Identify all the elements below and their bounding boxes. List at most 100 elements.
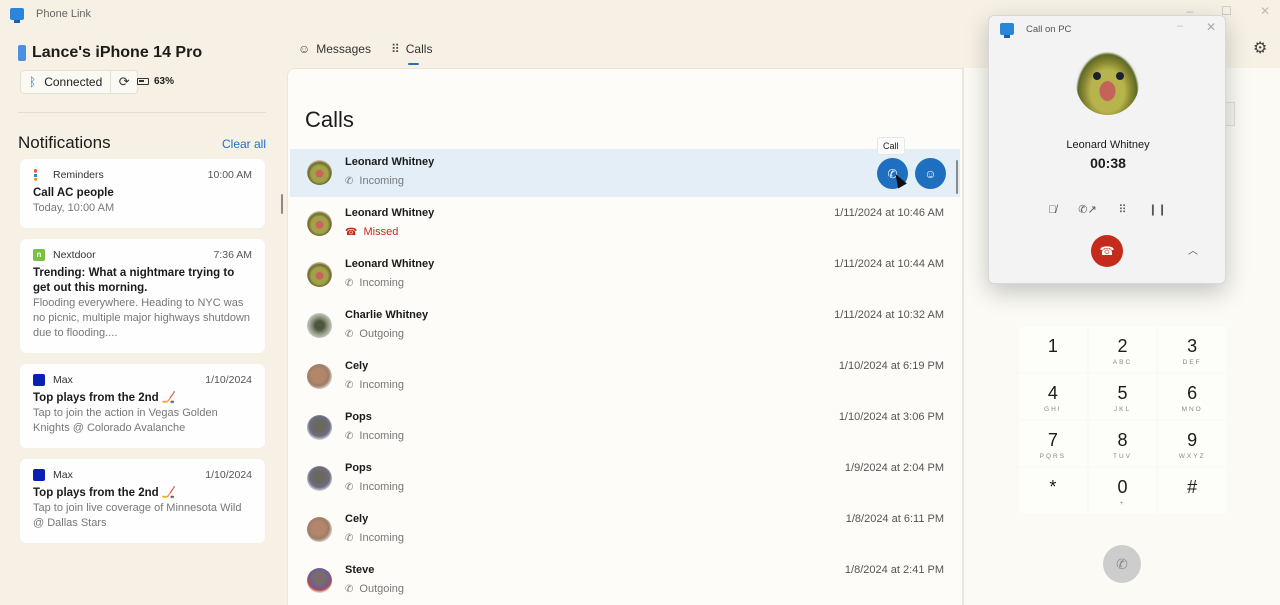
call-time: 1/10/2024 at 6:19 PM [838,360,944,372]
dialpad-icon: ⠿ [1118,204,1127,216]
key-digit: 4 [1047,383,1058,403]
notification-headline: Top plays from the 2nd 🏒 [33,487,177,499]
key-letters: + [1119,500,1126,507]
key-1[interactable]: 1 [1019,327,1087,372]
tab-bar: ☺ Messages ⠿ Calls [298,40,432,65]
incoming-call-icon: ✆ [345,532,354,544]
call-time: 1/11/2024 at 10:46 AM [834,207,944,219]
message-button[interactable]: ☺ [915,158,946,189]
key-2[interactable]: 2 ABC [1088,327,1157,372]
connection-status-group: ᛒ Connected ⟳ [20,70,139,94]
notification-card[interactable]: n Nextdoor 7:36 AM Trending: What a night… [20,239,265,353]
dial-number-input[interactable] [1225,102,1235,126]
transfer-call-icon: ✆↗ [1078,204,1097,216]
key-digit: 1 [1047,336,1058,356]
key-5[interactable]: 5 JKL [1088,374,1157,419]
incoming-call-icon: ✆ [345,481,354,493]
call-row[interactable]: Cely ✆ Incoming 1/8/2024 at 6:11 PM [290,506,960,557]
max-icon [33,469,45,481]
key-8[interactable]: 8 TUV [1088,421,1157,466]
call-row[interactable]: Pops ✆ Incoming 1/9/2024 at 2:04 PM [290,455,960,506]
key-letters: PQRS [1039,453,1067,460]
key-7[interactable]: 7 PQRS [1019,421,1087,466]
battery-level: 63% [154,76,175,87]
call-type: ✆ Incoming [345,532,404,544]
call-list-scrollbar[interactable] [956,160,958,194]
notification-body: Today, 10:00 AM [33,202,115,214]
clear-all-link[interactable]: Clear all [222,137,266,151]
close-button[interactable]: ✕ [1260,4,1270,18]
mute-button[interactable]: 🎙̸ [1044,201,1061,218]
key-letters: GHI [1044,406,1062,413]
contact-name: Leonard Whitney [345,258,435,270]
tab-calls[interactable]: ⠿ Calls [391,40,432,65]
bluetooth-icon: ᛒ [29,75,37,89]
call-row[interactable]: Leonard Whitney ✆ Incoming 1/11/2024 at 1… [290,251,960,302]
notification-headline: Top plays from the 2nd 🏒 [33,392,177,404]
battery-icon [137,78,149,85]
call-time: 1/9/2024 at 2:04 PM [844,462,944,474]
key-9[interactable]: 9 WXYZ [1158,421,1226,466]
key-3[interactable]: 3 DEF [1158,327,1226,372]
notification-headline: Trending: What a nightmare trying to get… [33,267,235,294]
sidebar-scrollbar[interactable] [281,194,283,214]
notification-body: Tap to join live coverage of Minnesota W… [33,502,242,529]
key-6[interactable]: 6 MNO [1158,374,1226,419]
key-hash[interactable]: # [1158,468,1226,513]
phone-icon: ✆ [1116,555,1128,572]
tab-messages[interactable]: ☺ Messages [298,40,371,58]
key-star[interactable]: * [1019,468,1087,513]
call-row[interactable]: Steve ✆ Outgoing 1/8/2024 at 2:41 PM [290,557,960,605]
settings-gear-icon[interactable]: ⚙ [1253,38,1267,58]
key-digit: 2 [1117,336,1128,356]
key-4[interactable]: 4 GHI [1019,374,1087,419]
avatar [307,364,332,389]
tab-label: Messages [316,42,371,56]
avatar [307,262,332,287]
dial-call-button[interactable]: ✆ [1103,545,1141,583]
key-0[interactable]: 0 + [1088,468,1157,513]
call-row[interactable]: Leonard Whitney ✆ Incoming ✆ ☺ Call [290,137,960,197]
connection-status[interactable]: ᛒ Connected [21,71,112,93]
nextdoor-icon: n [33,249,45,261]
call-row[interactable]: Charlie Whitney ✆ Outgoing 1/11/2024 at 1… [290,302,960,353]
sync-button[interactable]: ⟳ [111,71,137,93]
hold-button[interactable]: ❙❙ [1148,201,1166,218]
notification-app: Max [53,374,73,386]
contact-name: Cely [345,360,369,372]
avatar [307,211,332,236]
call-type: ✆ Incoming [345,379,404,391]
call-row[interactable]: Cely ✆ Incoming 1/10/2024 at 6:19 PM [290,353,960,404]
call-type: ✆ Outgoing [345,328,404,340]
call-time: 1/10/2024 at 3:06 PM [838,411,944,423]
call-row[interactable]: Pops ✆ Incoming 1/10/2024 at 3:06 PM [290,404,960,455]
key-digit: 0 [1117,477,1128,497]
call-row[interactable]: Leonard Whitney ☎ Missed 1/11/2024 at 10:… [290,200,960,251]
notification-time: 7:36 AM [213,249,252,261]
expand-button[interactable]: ︿ [1188,242,1198,257]
keypad-button[interactable]: ⠿ [1114,201,1131,218]
contact-name: Leonard Whitney [345,156,435,168]
notification-app: Reminders [53,169,104,181]
call-list: Leonard Whitney ✆ Incoming ✆ ☺ Call Leona… [290,137,960,605]
popup-minimize-button[interactable]: – [1177,20,1183,32]
missed-call-icon: ☎ [345,226,358,238]
chat-icon: ☺ [924,166,937,181]
end-call-button[interactable]: ☎ [1091,235,1123,267]
notification-card[interactable]: Max 1/10/2024 Top plays from the 2nd 🏒 T… [20,459,265,543]
call-time: 1/8/2024 at 2:41 PM [844,564,944,576]
notification-card[interactable]: Max 1/10/2024 Top plays from the 2nd 🏒 T… [20,364,265,448]
transfer-button[interactable]: ✆↗ [1078,201,1097,218]
popup-close-button[interactable]: ✕ [1206,20,1216,34]
hang-up-icon: ☎ [1099,244,1115,258]
key-letters: DEF [1182,359,1202,366]
tooltip: Call [877,137,905,155]
chevron-up-icon: ︿ [1188,246,1198,257]
calls-panel: Calls Leonard Whitney ✆ Incoming ✆ ☺ Call… [287,68,963,605]
call-popup-window: Call on PC – ✕ Leonard Whitney 00:38 🎙̸ … [988,15,1226,284]
contact-name: Pops [345,462,372,474]
notification-card[interactable]: Reminders 10:00 AM Call AC people Today,… [20,159,265,228]
contact-name: Charlie Whitney [345,309,429,321]
notification-time: 1/10/2024 [205,469,252,481]
page-title: Calls [305,107,354,132]
